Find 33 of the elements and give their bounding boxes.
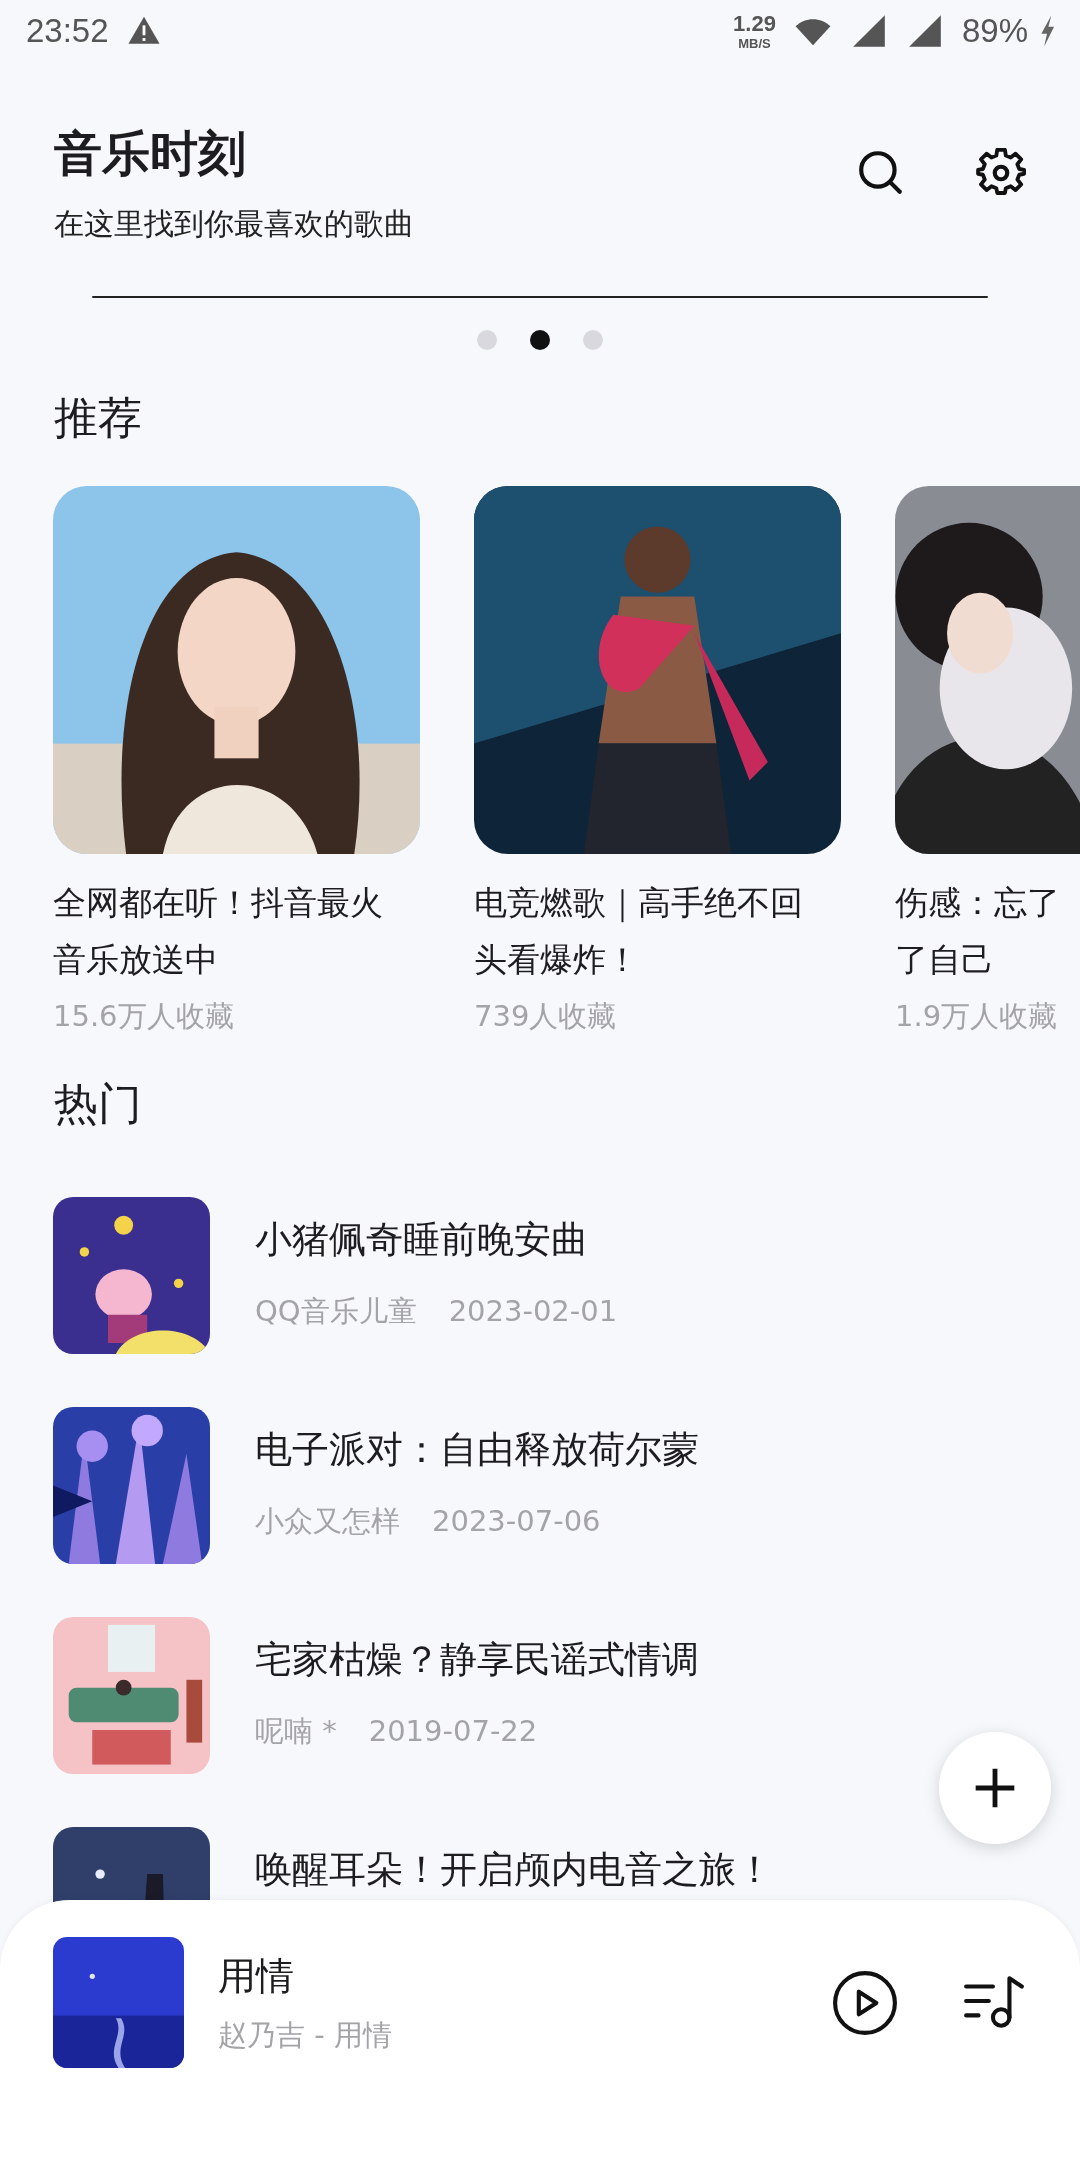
charging-icon bbox=[1038, 14, 1056, 48]
track-artist: 赵乃吉 - 用情 bbox=[218, 2017, 393, 2054]
song-title[interactable]: 宅家枯燥？静享民谣式情调 bbox=[255, 1637, 699, 1683]
battery-level: 89% bbox=[961, 12, 1028, 50]
playlist-title[interactable]: 全网都在听！抖音最火 音乐放送中 bbox=[53, 874, 420, 988]
play-icon[interactable] bbox=[832, 1970, 898, 2036]
song-date: 2023-07-06 bbox=[432, 1503, 601, 1540]
song-date: 2023-02-01 bbox=[448, 1293, 618, 1330]
status-time: 23:52 bbox=[26, 12, 109, 50]
page-title: 音乐时刻 bbox=[54, 124, 247, 183]
network-speed: 1.29 bbox=[733, 12, 776, 35]
favorite-count: 739人收藏 bbox=[474, 998, 618, 1035]
speed-unit: MB/S bbox=[738, 36, 771, 50]
page-indicator-dot[interactable] bbox=[583, 330, 603, 350]
song-artist: QQ音乐儿童 bbox=[255, 1293, 417, 1330]
page-indicator-dot[interactable] bbox=[477, 330, 497, 350]
settings-icon[interactable] bbox=[976, 148, 1026, 198]
song-artist: 呢喃 * bbox=[255, 1713, 337, 1750]
page-indicator-dot[interactable] bbox=[530, 330, 550, 350]
song-title[interactable]: 唤醒耳朵！开启颅内电音之旅！ bbox=[255, 1847, 773, 1893]
song-title[interactable]: 小猪佩奇睡前晚安曲 bbox=[255, 1217, 618, 1263]
section-heading: 推荐 bbox=[54, 391, 143, 445]
song-date: 2019-07-22 bbox=[368, 1713, 538, 1750]
track-title: 用情 bbox=[218, 1953, 295, 2000]
add-button[interactable] bbox=[937, 1730, 1053, 1846]
favorite-count: 1.9万人收藏 bbox=[895, 998, 1059, 1035]
playlist-title[interactable]: 伤感：忘了 了自己 bbox=[895, 874, 1080, 988]
song-artist: 小众又怎样 bbox=[255, 1503, 400, 1540]
favorite-count: 15.6万人收藏 bbox=[53, 998, 235, 1035]
playlist-title[interactable]: 电竞燃歌｜高手绝不回 头看爆炸！ bbox=[474, 874, 841, 988]
song-title[interactable]: 电子派对：自由释放荷尔蒙 bbox=[255, 1427, 699, 1473]
page-subtitle: 在这里找到你最喜欢的歌曲 bbox=[54, 205, 415, 243]
section-heading: 热门 bbox=[54, 1077, 143, 1131]
